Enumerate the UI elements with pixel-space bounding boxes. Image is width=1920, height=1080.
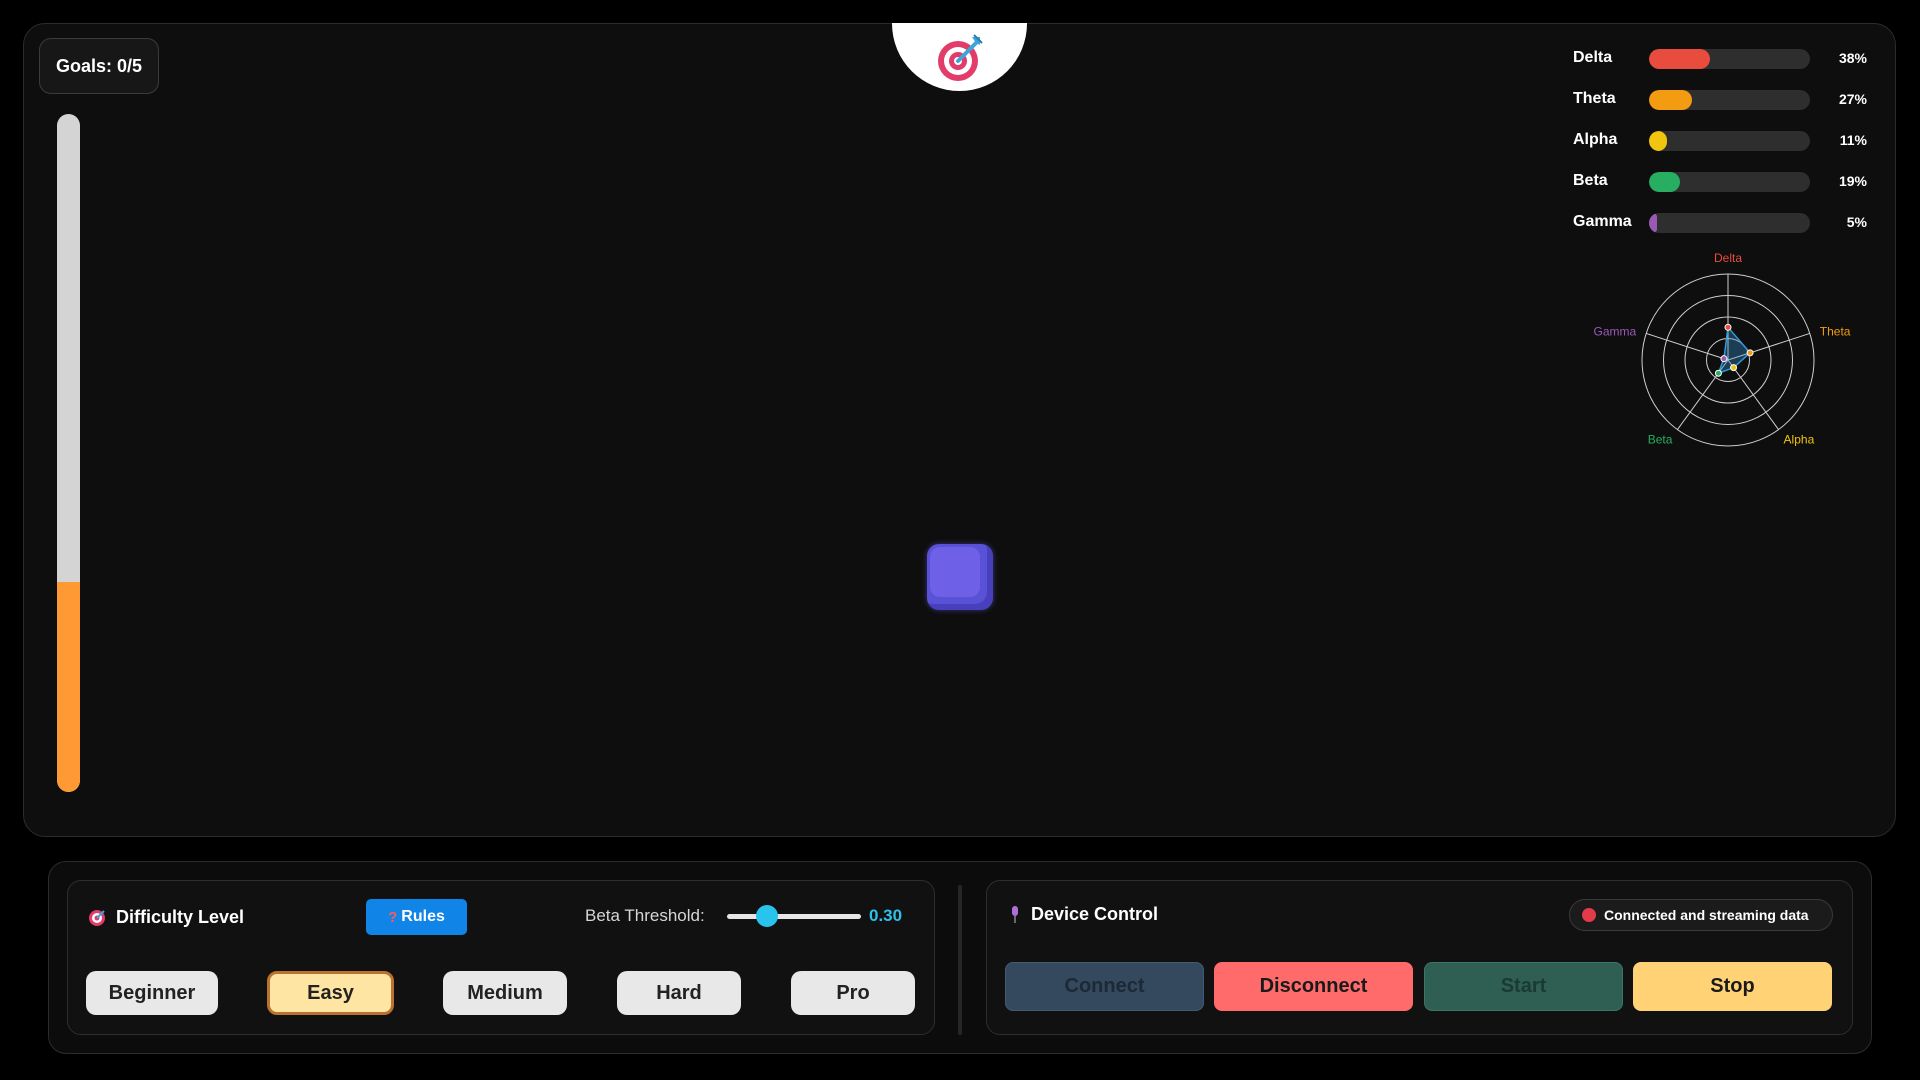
radar-axis xyxy=(1646,332,1729,361)
stop-label: Stop xyxy=(1710,975,1755,997)
start-button[interactable]: Start xyxy=(1424,962,1623,1011)
band-label: Alpha xyxy=(1573,131,1618,148)
connect-label: Connect xyxy=(1064,975,1145,997)
band-fill xyxy=(1649,172,1680,192)
connection-status-text: Connected and streaming data xyxy=(1604,907,1809,923)
rules-button[interactable]: ? Rules xyxy=(366,899,467,935)
player-cube xyxy=(927,544,993,610)
band-label: Beta xyxy=(1573,172,1608,189)
band-row-beta: Beta 19% xyxy=(1573,168,1873,209)
band-track xyxy=(1649,90,1810,110)
microphone-icon xyxy=(1012,905,1018,923)
difficulty-button-label: Hard xyxy=(656,981,702,1004)
target-icon xyxy=(89,909,105,926)
rules-label: Rules xyxy=(401,908,445,925)
bullseye-dart-icon xyxy=(937,34,983,81)
difficulty-easy-button[interactable]: Easy xyxy=(267,971,394,1015)
band-row-gamma: Gamma 5% xyxy=(1573,209,1873,250)
band-track xyxy=(1649,172,1810,192)
difficulty-beginner-button[interactable]: Beginner xyxy=(86,971,218,1015)
band-label: Theta xyxy=(1573,90,1616,107)
goals-label: Goals: 0/5 xyxy=(55,55,143,76)
stop-button[interactable]: Stop xyxy=(1633,962,1832,1011)
band-fill xyxy=(1649,131,1667,151)
radar-label-beta: Beta xyxy=(1648,433,1673,447)
band-value: 38% xyxy=(1838,50,1867,66)
band-value: 5% xyxy=(1846,214,1867,230)
difficulty-pro-button[interactable]: Pro xyxy=(791,971,915,1015)
disconnect-button[interactable]: Disconnect xyxy=(1214,962,1413,1011)
band-label: Delta xyxy=(1573,49,1613,66)
beta-threshold-slider[interactable] xyxy=(727,914,861,919)
connection-status-badge: Connected and streaming data xyxy=(1569,899,1833,931)
status-dot-icon xyxy=(1582,908,1596,922)
band-fill xyxy=(1649,90,1693,110)
radar-point-beta xyxy=(1714,369,1722,377)
band-radar-chart: Delta Theta Alpha Beta Gamma xyxy=(1594,251,1851,447)
band-value: 27% xyxy=(1838,91,1867,107)
radar-label-delta: Delta xyxy=(1714,251,1742,265)
radar-point-alpha xyxy=(1730,364,1738,372)
radar-label-gamma: Gamma xyxy=(1594,324,1637,338)
radar-point-gamma xyxy=(1720,355,1728,363)
band-value: 11% xyxy=(1839,132,1867,148)
difficulty-button-label: Easy xyxy=(307,981,354,1004)
band-track xyxy=(1649,213,1810,233)
radar-point-theta xyxy=(1746,349,1754,357)
connect-button[interactable]: Connect xyxy=(1005,962,1204,1011)
band-row-delta: Delta 38% xyxy=(1573,45,1873,86)
radar-point-delta xyxy=(1724,323,1732,331)
radar-label-theta: Theta xyxy=(1820,324,1851,338)
beta-threshold-value: 0.30 xyxy=(869,906,903,925)
difficulty-title: Difficulty Level xyxy=(88,907,244,928)
difficulty-button-label: Beginner xyxy=(108,981,196,1004)
progress-fill xyxy=(57,581,80,792)
device-title: Device Control xyxy=(1009,904,1158,925)
band-label: Gamma xyxy=(1573,213,1632,230)
vertical-progress-bar xyxy=(57,114,80,792)
difficulty-button-label: Pro xyxy=(836,981,870,1004)
band-row-theta: Theta 27% xyxy=(1573,86,1873,127)
band-power-list: Delta 38% Theta 27% Alpha 11% Beta 19% G… xyxy=(1573,45,1873,250)
band-track xyxy=(1649,49,1810,69)
device-title-label: Device Control xyxy=(1031,904,1159,924)
difficulty-hard-button[interactable]: Hard xyxy=(617,971,741,1015)
panel-divider xyxy=(958,885,962,1035)
beta-threshold-label: Beta Threshold: xyxy=(585,906,705,925)
start-label: Start xyxy=(1500,975,1547,997)
difficulty-button-label: Medium xyxy=(467,981,543,1004)
radar-label-alpha: Alpha xyxy=(1784,433,1815,447)
difficulty-medium-button[interactable]: Medium xyxy=(443,971,567,1015)
goals-counter: Goals: 0/5 xyxy=(39,38,159,94)
band-track xyxy=(1649,131,1810,151)
band-value: 19% xyxy=(1838,173,1867,189)
band-row-alpha: Alpha 11% xyxy=(1573,127,1873,168)
difficulty-title-label: Difficulty Level xyxy=(116,907,245,927)
disconnect-label: Disconnect xyxy=(1259,975,1368,997)
question-icon: ? xyxy=(388,908,398,926)
band-fill xyxy=(1649,49,1711,69)
band-fill xyxy=(1649,213,1658,233)
